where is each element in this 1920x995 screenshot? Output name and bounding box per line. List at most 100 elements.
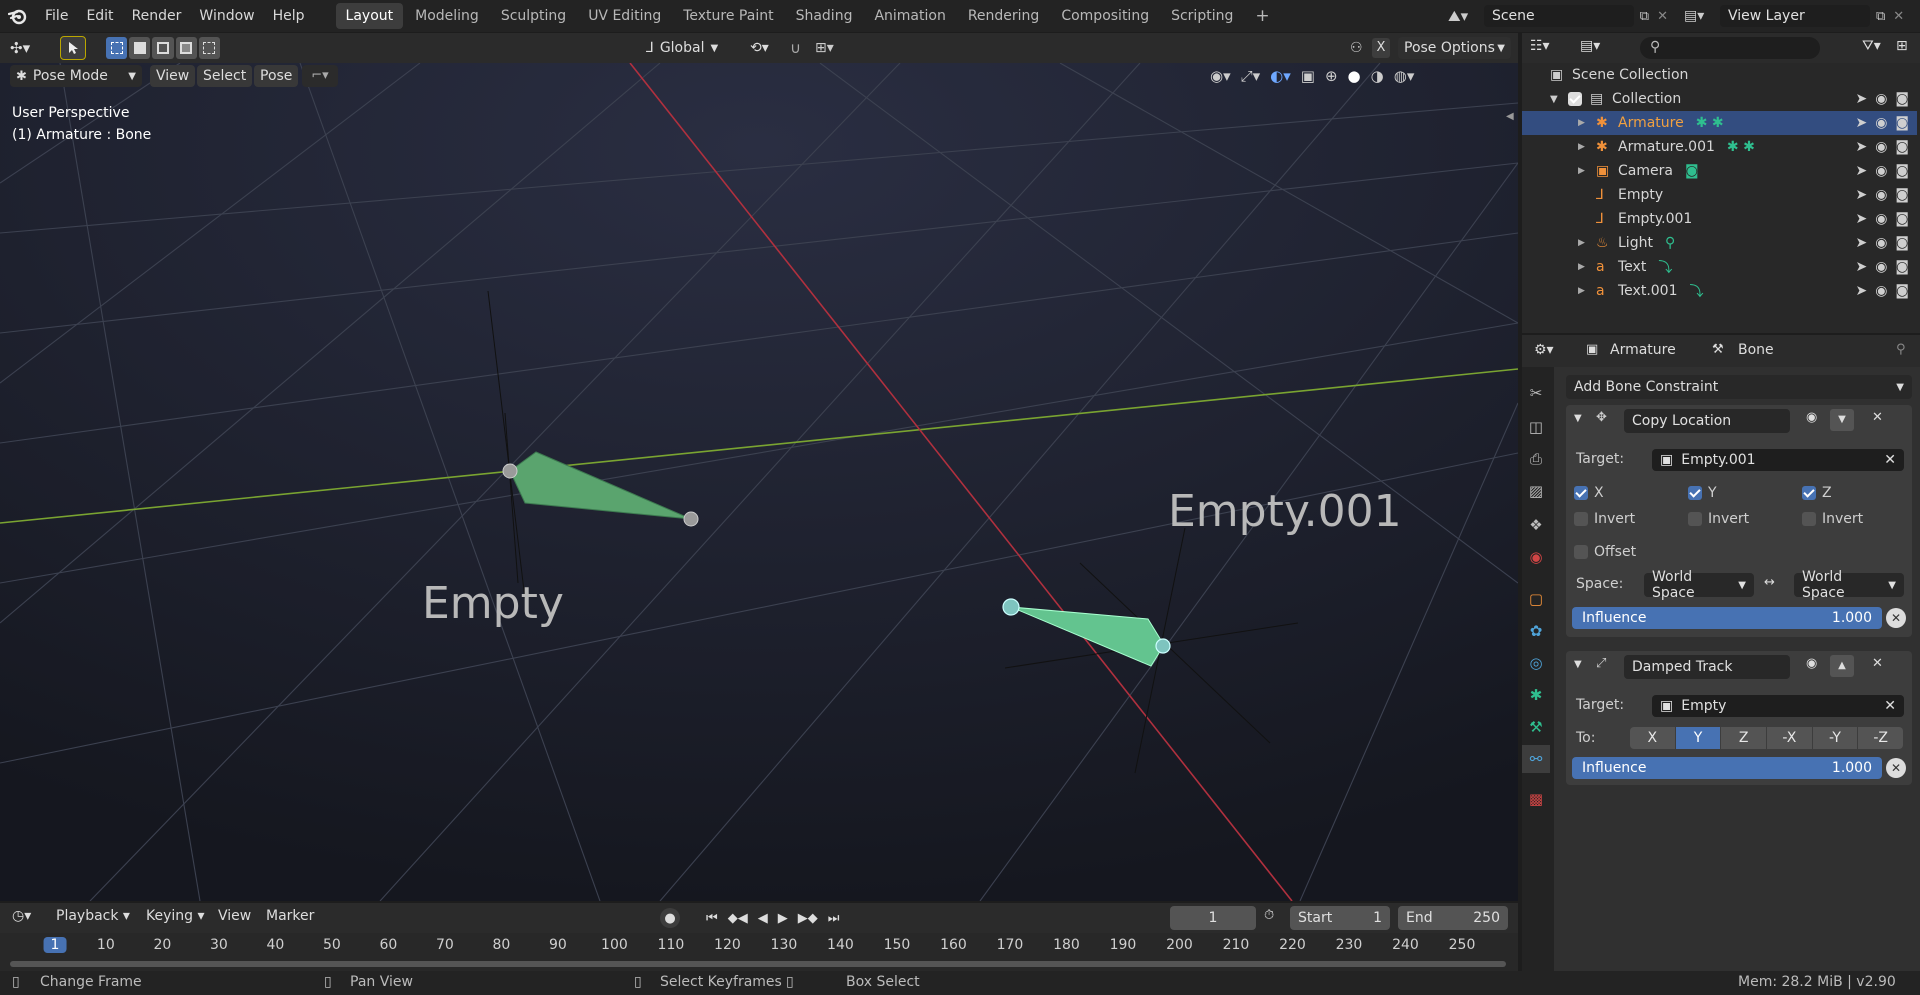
invert-y-checkbox[interactable] <box>1688 512 1702 526</box>
invert-y-checkbox-row[interactable]: Invert <box>1688 511 1749 527</box>
current-frame-field[interactable]: 1 <box>1170 906 1256 930</box>
display-mode-icon[interactable]: ▤▾ <box>1580 38 1600 54</box>
selectable-arrow-icon[interactable]: ➤ <box>1855 283 1867 299</box>
gizmo-icon[interactable]: ⤢▾ <box>1241 67 1261 85</box>
snap-target-dropdown[interactable]: ⊞▾ <box>815 37 851 59</box>
tab-tool-icon[interactable]: ✂ <box>1522 379 1550 407</box>
select-extend-icon[interactable] <box>129 37 151 59</box>
eye-icon[interactable]: ◉ <box>1875 187 1887 203</box>
move-up-icon[interactable]: ▲ <box>1830 655 1854 677</box>
menu-edit[interactable]: Edit <box>77 0 122 32</box>
pivot-point-dropdown[interactable]: ⟲▾ <box>750 37 790 59</box>
eye-icon[interactable]: ◉ <box>1875 139 1887 155</box>
delete-constraint-icon[interactable]: ✕ <box>1872 410 1883 425</box>
clear-target-icon[interactable]: ✕ <box>1884 698 1896 714</box>
menu-keying[interactable]: Keying ▾ <box>146 908 205 924</box>
damped-track-target-field[interactable]: ▣ Empty ✕ <box>1652 695 1904 717</box>
new-scene-icon[interactable]: ⧉ <box>1640 9 1649 24</box>
selectable-arrow-icon[interactable]: ➤ <box>1855 187 1867 203</box>
eye-icon[interactable]: ◉ <box>1875 283 1887 299</box>
viewport-canvas[interactable]: Empty Empty.001 <box>0 63 1518 901</box>
outliner-scene-collection[interactable]: ▣ Scene Collection <box>1522 63 1917 87</box>
rendered-shading-icon[interactable]: ◍▾ <box>1394 67 1415 85</box>
end-frame-field[interactable]: End 250 <box>1398 906 1508 930</box>
tab-compositing[interactable]: Compositing <box>1051 3 1159 29</box>
eye-icon[interactable]: ◉ <box>1875 115 1887 131</box>
eye-icon[interactable]: ◉ <box>1875 259 1887 275</box>
outliner-item-camera[interactable]: ▶ ▣ Camera ◙ ➤ ◉ ◙ <box>1522 159 1917 183</box>
empty-text-object[interactable]: Empty <box>422 578 564 629</box>
collapse-toggle-icon[interactable]: ▼ <box>1574 413 1582 424</box>
pose-options-dropdown[interactable]: Pose Options ▼ <box>1398 37 1511 59</box>
record-icon[interactable]: ● <box>660 908 680 928</box>
editor-type-icon[interactable]: ◷▾ <box>12 908 31 924</box>
selectable-arrow-icon[interactable]: ➤ <box>1855 115 1867 131</box>
new-view-layer-icon[interactable]: ⧉ <box>1876 9 1885 24</box>
camera-render-icon[interactable]: ◙ <box>1895 139 1909 155</box>
tab-scripting[interactable]: Scripting <box>1161 3 1243 29</box>
copy-location-target-field[interactable]: ▣ Empty.001 ✕ <box>1652 449 1904 471</box>
camera-data-icon[interactable]: ◙ <box>1685 163 1699 179</box>
visibility-eye-icon[interactable]: ◉▾ <box>1210 67 1231 85</box>
tab-physics-icon[interactable]: ◎ <box>1522 649 1550 677</box>
menu-window[interactable]: Window <box>190 0 263 32</box>
tab-rendering[interactable]: Rendering <box>958 3 1050 29</box>
delete-scene-icon[interactable]: ✕ <box>1657 9 1668 24</box>
constraint-eye-icon[interactable]: ◉ <box>1806 656 1817 671</box>
move-down-icon[interactable]: ▼ <box>1830 409 1854 431</box>
prev-keyframe-icon[interactable]: ◆◀ <box>728 911 748 926</box>
disable-keep-transform-icon[interactable]: ✕ <box>1886 758 1906 778</box>
menu-view[interactable]: View <box>150 65 196 87</box>
camera-render-icon[interactable]: ◙ <box>1895 163 1909 179</box>
tab-sculpting[interactable]: Sculpting <box>491 3 576 29</box>
eye-icon[interactable]: ◉ <box>1875 211 1887 227</box>
expand-toggle-icon[interactable]: ▼ <box>1550 94 1568 105</box>
delete-view-layer-icon[interactable]: ✕ <box>1893 9 1904 24</box>
empty001-text-object[interactable]: Empty.001 <box>1168 486 1402 537</box>
tab-layout[interactable]: Layout <box>335 3 404 29</box>
tab-modeling[interactable]: Modeling <box>405 3 489 29</box>
outliner-item-light[interactable]: ▶ ♨ Light ⚲ ➤ ◉ ◙ <box>1522 231 1917 255</box>
menu-timeline-view[interactable]: View <box>218 908 251 924</box>
invert-z-checkbox-row[interactable]: Invert <box>1802 511 1863 527</box>
expand-toggle-icon[interactable]: ▶ <box>1578 238 1596 248</box>
mode-dropdown[interactable]: ✱ Pose Mode ▼ <box>10 65 142 87</box>
outliner-item-armature[interactable]: ▶ ✱ Armature ✱ ✱ ➤ ◉ ◙ <box>1522 111 1917 135</box>
outliner-item-text-001[interactable]: ▶ a Text.001 ⤵ ➤ ◉ ◙ <box>1522 279 1917 303</box>
expand-toggle-icon[interactable]: ▶ <box>1578 142 1596 152</box>
auto-ik-icon[interactable]: ⚇ <box>1350 37 1374 59</box>
select-invert-icon[interactable] <box>175 37 197 59</box>
axis-z-checkbox-row[interactable]: Z <box>1802 485 1832 501</box>
invert-x-checkbox[interactable] <box>1574 512 1588 526</box>
camera-render-icon[interactable]: ◙ <box>1895 211 1909 227</box>
tab-bone-icon[interactable]: ⚒ <box>1522 713 1550 741</box>
tab-texture-paint[interactable]: Texture Paint <box>673 3 783 29</box>
track-axis-z-button[interactable]: Z <box>1721 727 1766 749</box>
camera-render-icon[interactable]: ◙ <box>1895 91 1909 107</box>
eye-icon[interactable]: ◉ <box>1875 235 1887 251</box>
new-collection-icon[interactable]: ⊞ <box>1896 38 1908 54</box>
track-axis-neg-z-button[interactable]: -Z <box>1858 727 1903 749</box>
scene-name-field[interactable]: Scene <box>1483 5 1634 27</box>
select-tool-button[interactable] <box>60 36 86 60</box>
editor-type-icon[interactable]: ⚙▾ <box>1534 342 1554 358</box>
breadcrumb-bone[interactable]: Bone <box>1738 342 1774 358</box>
outliner-item-empty-001[interactable]: ⅃ Empty.001 ➤ ◉ ◙ <box>1522 207 1917 231</box>
constraint-eye-icon[interactable]: ◉ <box>1806 410 1817 425</box>
tab-shading[interactable]: Shading <box>786 3 863 29</box>
eye-icon[interactable]: ◉ <box>1875 163 1887 179</box>
tab-scene-icon[interactable]: ❖ <box>1522 511 1550 539</box>
collection-include-checkbox[interactable] <box>1568 92 1582 106</box>
start-frame-field[interactable]: Start 1 <box>1290 906 1390 930</box>
camera-render-icon[interactable]: ◙ <box>1895 187 1909 203</box>
owner-space-dropdown[interactable]: World Space ▼ <box>1644 569 1754 601</box>
sidebar-toggle-icon[interactable]: ◀ <box>1506 111 1514 122</box>
track-axis-neg-y-button[interactable]: -Y <box>1812 727 1858 749</box>
view-layer-name-field[interactable]: View Layer <box>1720 5 1870 27</box>
timeline-ruler[interactable]: 1 10 20 30 40 50 60 70 80 90 100 110 120 130 140 150 160… <box>0 937 1518 957</box>
menu-pose[interactable]: Pose <box>254 65 299 87</box>
camera-render-icon[interactable]: ◙ <box>1895 115 1909 131</box>
tab-bone-constraints-icon[interactable]: ⚯ <box>1522 745 1550 773</box>
camera-render-icon[interactable]: ◙ <box>1895 283 1909 299</box>
menu-help[interactable]: Help <box>264 0 314 32</box>
